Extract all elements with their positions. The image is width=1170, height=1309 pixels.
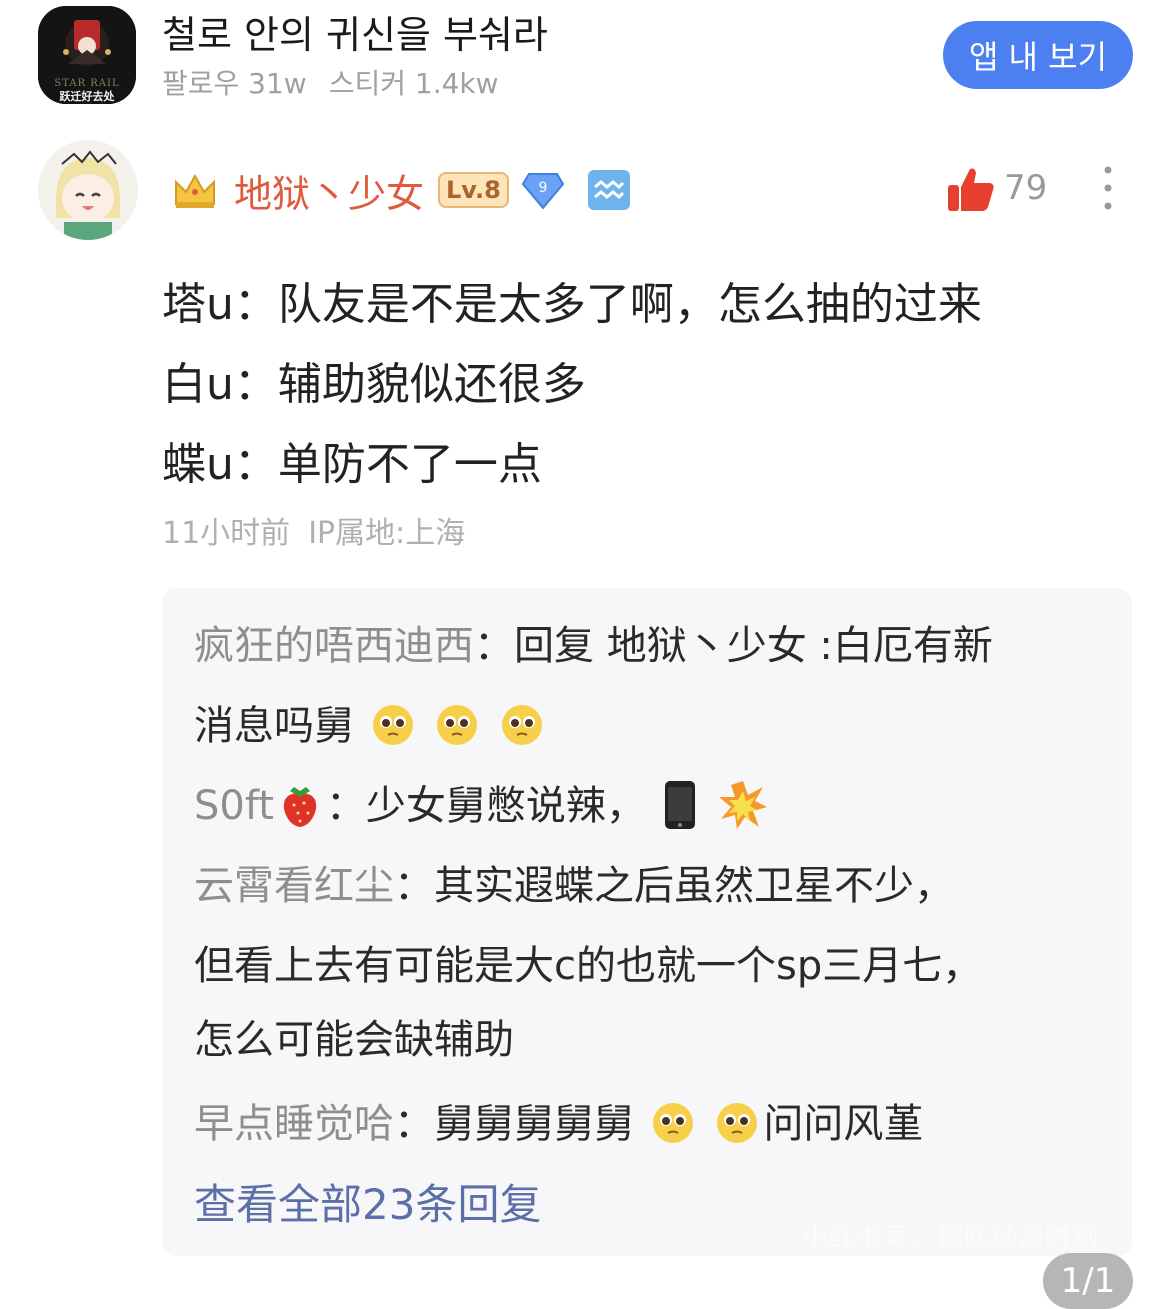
phone-icon <box>664 781 695 829</box>
reply-text: ：回复 地狱丶少女 :白厄有新 <box>474 623 993 669</box>
post-content: 塔u：队友是不是太多了啊，怎么抽的过来 白u：辅助貌似还很多 蝶u：单防不了一点 <box>162 265 982 505</box>
gem-number: 9 <box>538 180 547 196</box>
post-user-line: 地狱丶少女 Lv.8 9 <box>172 160 631 220</box>
post-ip: IP属地:上海 <box>308 516 466 551</box>
reply-item-continued: 但看上去有可能是大c的也就一个sp三月七， <box>194 926 982 1006</box>
reply-author[interactable]: 早点睡觉哈 <box>194 1101 394 1147</box>
strawberry-icon <box>283 787 317 827</box>
group-avatar[interactable]: STAR RAIL 跃迁好去处 <box>38 6 136 104</box>
post-line: 白u：辅助貌似还很多 <box>162 359 586 410</box>
pleading-emoji-icon <box>717 1103 758 1143</box>
level-badge: Lv.8 <box>438 172 509 208</box>
more-icon[interactable] <box>1100 164 1116 212</box>
reply-item-continued: 消息吗舅 <box>194 686 548 766</box>
reply-item[interactable]: 早点睡觉哈：舅舅舅舅舅 问问风堇 <box>194 1084 923 1164</box>
post-time: 11小时前 <box>162 516 291 551</box>
reply-text: 怎么可能会缺辅助 <box>194 1017 514 1063</box>
like-button[interactable]: 79 <box>946 160 1047 216</box>
user-avatar-art <box>38 140 138 240</box>
page-indicator: 1/1 <box>1043 1253 1133 1309</box>
stickers-count: 스티커 1.4kw <box>328 67 499 100</box>
group-avatar-tag: 跃迁好去处 <box>59 90 115 103</box>
pleading-emoji-icon <box>372 705 413 745</box>
reply-author[interactable]: 云霄看红尘 <box>194 863 394 909</box>
pleading-emoji-icon <box>652 1103 693 1143</box>
view-all-replies-link[interactable]: 查看全部23条回复 <box>194 1170 541 1240</box>
group-header: STAR RAIL 跃迁好去处 철로 안의 귀신을 부숴라 팔로우 31w 스티커… <box>0 0 1170 120</box>
pleading-emoji-icon <box>437 705 478 745</box>
reply-author[interactable]: S0ft <box>194 783 274 829</box>
zodiac-icon <box>587 170 630 210</box>
reply-text: ：少女舅憋说辣， <box>325 783 646 829</box>
thumbs-up-icon <box>948 168 994 211</box>
reply-item[interactable]: S0ft ：少女舅憋说辣， <box>194 766 773 846</box>
reply-text: 问问风堇 <box>763 1101 924 1147</box>
reply-text: ：其实遐蝶之后虽然卫星不少， <box>394 863 954 909</box>
crown-icon <box>175 173 215 208</box>
pleading-emoji-icon <box>502 705 543 745</box>
user-avatar[interactable] <box>38 140 138 240</box>
reply-author[interactable]: 疯狂的唔西迪西 <box>194 623 474 669</box>
reply-text: 消息吗舅 <box>194 703 354 749</box>
post-line: 蝶u：单防不了一点 <box>162 439 542 490</box>
post-meta: 11小时前 IP属地:上海 <box>162 508 465 552</box>
reply-item-continued: 怎么可能会缺辅助 <box>194 1000 514 1080</box>
post-line: 塔u：队友是不是太多了啊，怎么抽的过来 <box>162 279 982 330</box>
open-in-app-button[interactable]: 앱 내 보기 <box>943 21 1133 89</box>
reply-text: ：舅舅舅舅舅 <box>394 1101 634 1147</box>
group-name[interactable]: 철로 안의 귀신을 부숴라 <box>162 4 548 59</box>
reply-text: 但看上去有可能是大c的也就一个sp三月七， <box>194 943 983 989</box>
replies-panel[interactable]: 疯狂的唔西迪西：回复 地狱丶少女 :白厄有新 消息吗舅 S0ft ：少女舅憋说辣… <box>162 588 1132 1256</box>
reply-item[interactable]: 云霄看红尘：其实遐蝶之后虽然卫星不少， <box>194 846 954 926</box>
followers-count: 팔로우 31w <box>162 67 307 100</box>
watermark: 小红书号：趣味动漫时刻 <box>802 1224 1100 1254</box>
like-count: 79 <box>1004 168 1048 208</box>
group-stats: 팔로우 31w 스티커 1.4kw <box>162 62 499 102</box>
post-username[interactable]: 地狱丶少女 <box>234 163 424 218</box>
reply-item[interactable]: 疯狂的唔西迪西：回复 地狱丶少女 :白厄有新 <box>194 606 993 686</box>
gem-icon: 9 <box>521 173 565 210</box>
explosion-icon <box>719 781 768 829</box>
